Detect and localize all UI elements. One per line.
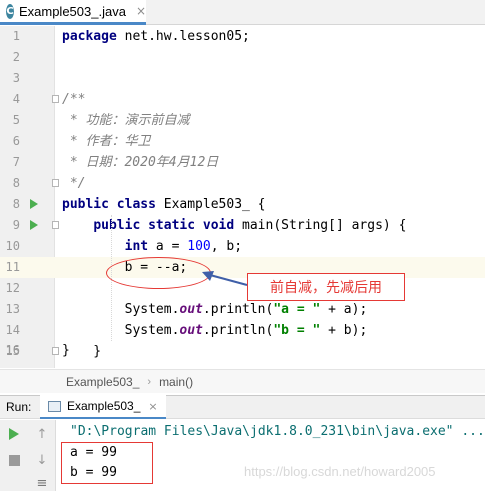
run-tab-example503[interactable]: Example503_ ×: [40, 395, 166, 419]
watermark: https://blog.csdn.net/howard2005: [244, 464, 436, 479]
editor-tab-bar: C Example503_.java ×: [0, 0, 485, 25]
code-text: public class Example503_ {: [62, 197, 266, 212]
breadcrumb-class[interactable]: Example503_: [66, 375, 139, 389]
breadcrumb: Example503_ › main(): [0, 369, 485, 393]
close-icon[interactable]: ×: [136, 4, 146, 18]
line-number: 10: [5, 239, 20, 253]
annotation-label: 前自减，先减后用: [247, 273, 405, 301]
line-number: 11: [5, 260, 20, 274]
line-number: 4: [12, 92, 20, 106]
code-text: }: [62, 343, 70, 358]
line-number: 7: [12, 155, 20, 169]
run-tool-strip: ↑ ↓ ≡: [0, 420, 56, 491]
code-line: 5 * 功能：演示前自减: [0, 110, 485, 131]
code-line: 1 package net.hw.lesson05;: [0, 26, 485, 47]
code-text: package net.hw.lesson05;: [62, 29, 250, 44]
code-line: 16 }: [0, 340, 485, 361]
code-text: int a = 100, b;: [124, 239, 243, 254]
run-gutter-icon[interactable]: [30, 220, 38, 230]
stop-icon[interactable]: [6, 452, 22, 468]
line-number: 12: [5, 281, 20, 295]
highlight-ellipse: [106, 257, 211, 289]
annotation-arrow: [202, 271, 248, 286]
soft-wrap-icon[interactable]: ≡: [34, 475, 50, 491]
line-number: 6: [12, 134, 20, 148]
code-line: 10 int a = 100, b;: [0, 236, 485, 257]
rerun-icon[interactable]: [6, 426, 22, 442]
fold-icon[interactable]: [52, 179, 59, 187]
run-toolbar: Run: Example503_ ×: [0, 395, 485, 419]
tab-title: Example503_.java: [18, 3, 126, 19]
close-icon[interactable]: ×: [148, 400, 157, 413]
code-text: System.out.println("a = " + a);: [62, 302, 368, 317]
output-highlight-box: [61, 442, 153, 484]
java-class-icon: C: [6, 3, 14, 19]
run-label: Run:: [6, 400, 32, 414]
code-line: 13 System.out.println("a = " + a);: [0, 299, 485, 320]
console-icon: [48, 400, 61, 412]
code-line: 9 public static void main(String[] args)…: [0, 215, 485, 236]
code-text: * 作者：华卫: [62, 134, 151, 149]
fold-icon[interactable]: [52, 221, 59, 229]
code-line: public class Example503_ {: [0, 194, 485, 215]
fold-icon[interactable]: [52, 95, 59, 103]
chevron-right-icon: ›: [147, 375, 152, 388]
line-number: 9: [12, 218, 20, 232]
code-line: 6 * 作者：华卫: [0, 131, 485, 152]
editor-tab-example503[interactable]: C Example503_.java ×: [0, 0, 146, 25]
code-line: 4 /**: [0, 89, 485, 110]
code-text: * 日期：2020年4月12日: [62, 155, 219, 170]
line-number: 1: [12, 29, 20, 43]
line-number: 13: [5, 302, 20, 316]
console-command: "D:\Program Files\Java\jdk1.8.0_231\bin\…: [70, 424, 485, 439]
run-tab-title: Example503_: [67, 399, 141, 413]
line-number: 5: [12, 113, 20, 127]
code-editor[interactable]: 1 package net.hw.lesson05; 2 3 4 /** 5 *…: [0, 26, 485, 368]
run-gutter-icon[interactable]: [30, 199, 38, 209]
code-line: 2: [0, 47, 485, 68]
code-text: /**: [62, 92, 86, 107]
line-number: 3: [12, 71, 20, 85]
arrow-down-icon[interactable]: ↓: [34, 452, 50, 468]
code-line: 3: [0, 68, 485, 89]
arrow-up-icon[interactable]: ↑: [34, 426, 50, 442]
code-line: 8 */: [0, 173, 485, 194]
line-number: 2: [12, 50, 20, 64]
line-number: 14: [5, 323, 20, 337]
breadcrumb-method[interactable]: main(): [159, 375, 193, 389]
code-text: * 功能：演示前自减: [62, 113, 190, 128]
run-console[interactable]: ↑ ↓ ≡ "D:\Program Files\Java\jdk1.8.0_23…: [0, 420, 485, 491]
code-text: */: [62, 176, 86, 191]
line-number: 16: [5, 343, 20, 357]
code-line: 14 System.out.println("b = " + b);: [0, 320, 485, 341]
code-text: System.out.println("b = " + b);: [62, 323, 368, 338]
line-number: 8: [12, 176, 20, 190]
code-text: public static void main(String[] args) {: [93, 218, 407, 233]
code-line: 7 * 日期：2020年4月12日: [0, 152, 485, 173]
